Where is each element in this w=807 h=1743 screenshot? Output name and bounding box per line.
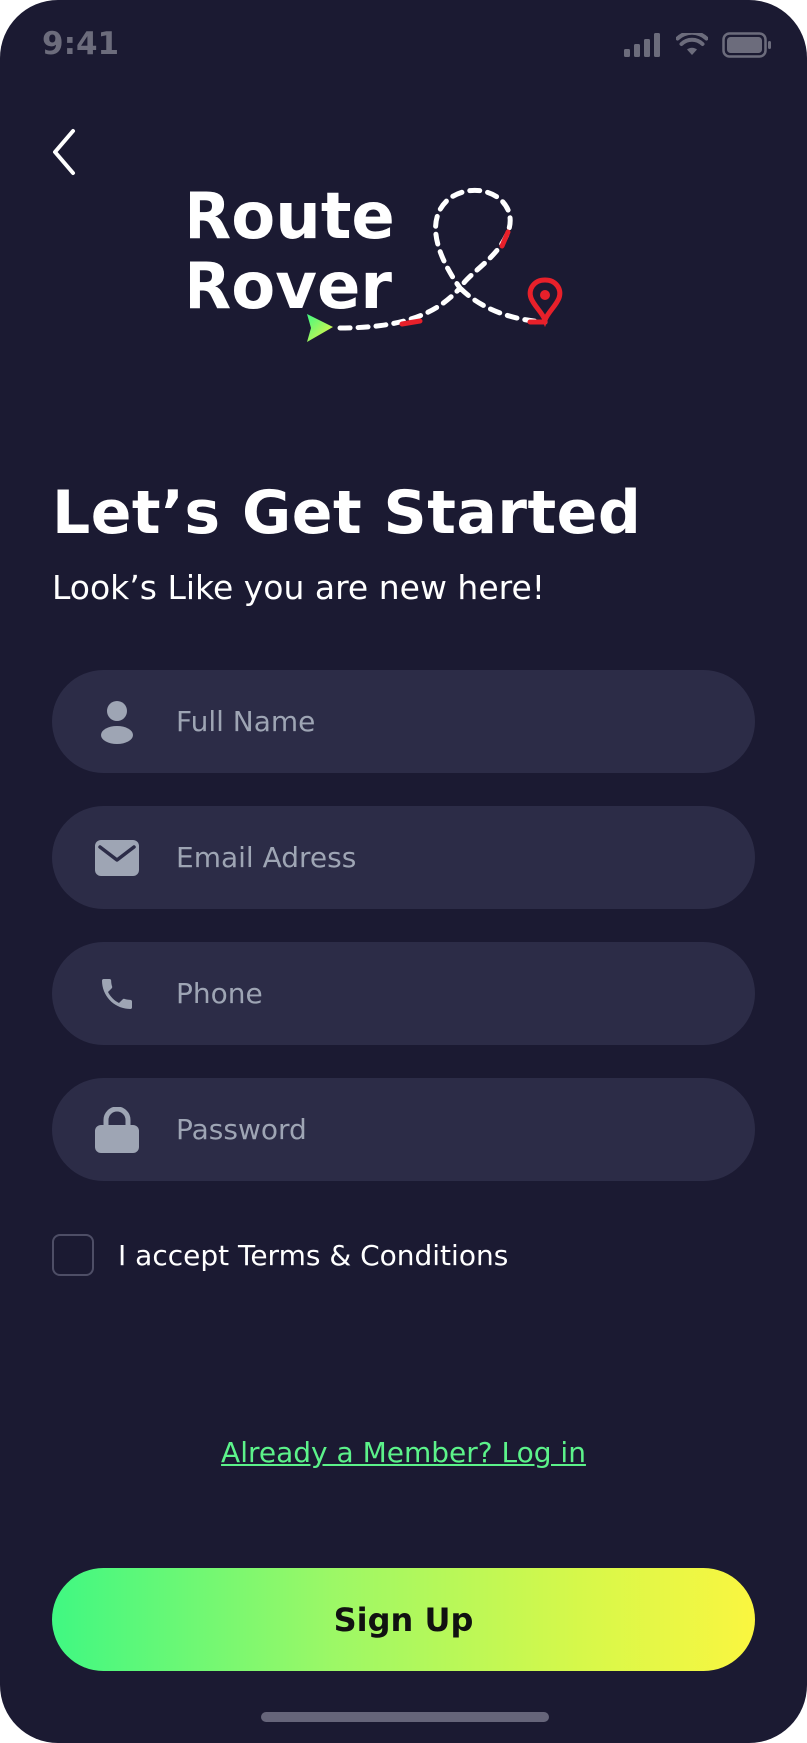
terms-checkbox[interactable]	[52, 1234, 94, 1276]
map-pin-icon	[527, 277, 563, 328]
logo-text-route: Route	[190, 180, 395, 254]
terms-label[interactable]: I accept Terms & Conditions	[118, 1239, 508, 1272]
home-indicator	[261, 1712, 549, 1722]
status-bar: 9:41	[0, 0, 807, 96]
logo-text-rover: Rover	[190, 250, 392, 324]
user-icon	[94, 699, 140, 745]
signal-icon	[624, 33, 660, 57]
phone-icon	[94, 971, 140, 1017]
email-input[interactable]	[174, 806, 725, 909]
page-title: Let’s Get Started	[52, 478, 642, 548]
full-name-field[interactable]	[52, 670, 755, 773]
login-link[interactable]: Already a Member? Log in	[0, 1436, 807, 1469]
email-field[interactable]	[52, 806, 755, 909]
page-subtitle: Look’s Like you are new here!	[52, 568, 546, 607]
phone-input[interactable]	[174, 942, 725, 1045]
lock-icon	[94, 1106, 140, 1153]
status-icons	[624, 32, 772, 58]
back-chevron-icon	[53, 129, 75, 175]
mail-icon	[94, 835, 140, 881]
phone-screen: 9:41 Route Rover Let’s Get Started Look’…	[0, 0, 807, 1743]
password-input[interactable]	[174, 1078, 725, 1181]
phone-field[interactable]	[52, 942, 755, 1045]
status-time: 9:41	[42, 26, 120, 62]
terms-row[interactable]: I accept Terms & Conditions	[52, 1234, 508, 1276]
battery-icon	[722, 32, 771, 58]
back-button[interactable]	[46, 122, 86, 182]
full-name-input[interactable]	[174, 670, 725, 773]
sign-up-button[interactable]: Sign Up	[52, 1568, 755, 1671]
route-rover-logo: Route Rover	[182, 180, 620, 350]
wifi-icon	[676, 33, 708, 55]
password-field[interactable]	[52, 1078, 755, 1181]
